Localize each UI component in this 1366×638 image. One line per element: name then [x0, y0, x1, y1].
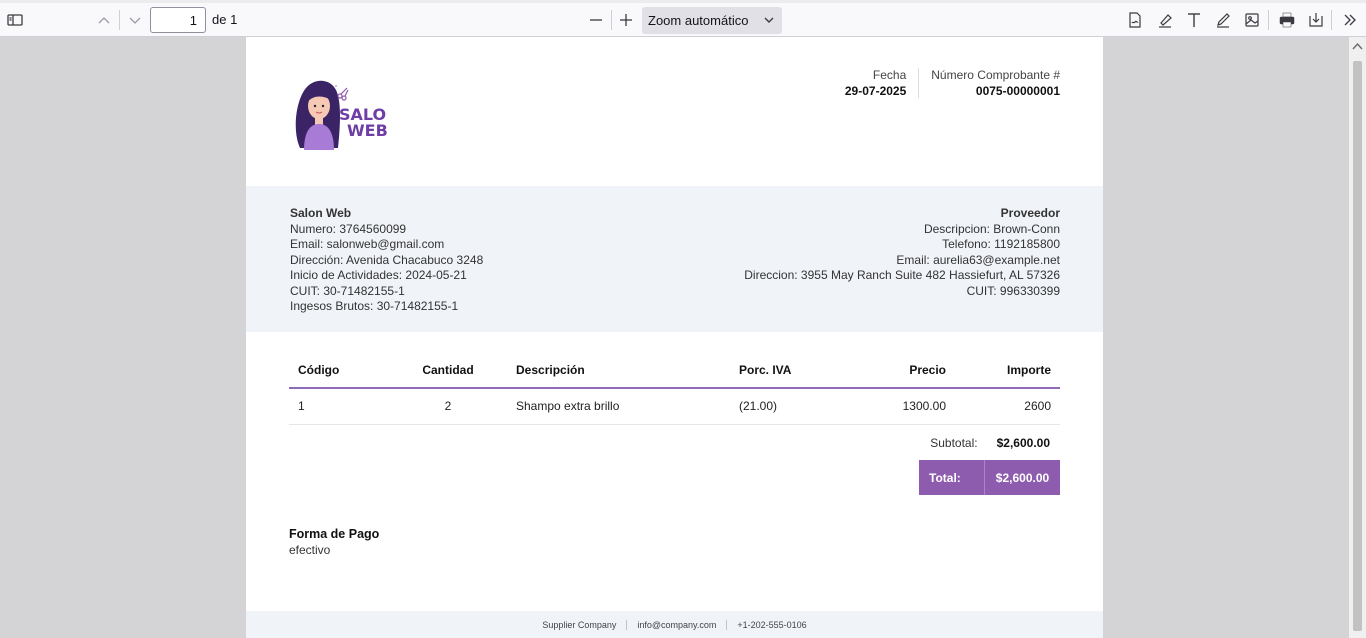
header-quantity: Cantidad: [389, 359, 507, 389]
parties-band: Salon Web Numero: 3764560099 Email: salo…: [246, 186, 1103, 332]
draw-icon[interactable]: [1209, 6, 1237, 34]
invoice-number-label: Número Comprobante #: [931, 68, 1060, 82]
payment-label: Forma de Pago: [289, 527, 380, 541]
subtotal-value: $2,600.00: [996, 436, 1050, 450]
page-number-input[interactable]: [150, 7, 206, 33]
payment-method: Forma de Pago efectivo: [289, 527, 379, 557]
vertical-scrollbar[interactable]: [1349, 37, 1366, 638]
issuer-gross-income: Ingesos Brutos: 30-71482155-1: [290, 299, 459, 313]
issuer-details: Salon Web Numero: 3764560099 Email: salo…: [290, 206, 483, 315]
page-footer: Supplier Company info@company.com +1-202…: [246, 611, 1103, 638]
zoom-out-icon[interactable]: [582, 6, 610, 34]
issuer-address: Dirección: Avenida Chacabuco 3248: [290, 252, 484, 267]
save-icon[interactable]: [1302, 6, 1330, 34]
footer-company: Supplier Company: [542, 619, 617, 630]
supplier-cuit: CUIT: 996330399: [966, 283, 1060, 298]
more-tools-icon[interactable]: [1336, 6, 1364, 34]
pdf-toolbar: de 1 Zoom automático: [0, 0, 1366, 37]
issuer-name: Salon Web: [290, 206, 352, 220]
payment-value: efectivo: [289, 543, 331, 557]
footer-phone: +1-202-555-0106: [737, 619, 807, 630]
toolbar-divider: [1268, 10, 1269, 30]
chevron-down-icon: [764, 17, 774, 23]
cell-amount: 2600: [955, 388, 1060, 425]
header-price: Precio: [848, 359, 955, 389]
header-description: Descripción: [507, 359, 730, 389]
cell-code: 1: [289, 388, 389, 425]
image-icon[interactable]: [1238, 6, 1266, 34]
issuer-number: Numero: 3764560099: [290, 221, 407, 236]
issuer-email: Email: salonweb@gmail.com: [290, 237, 445, 251]
invoice-number-value: 0075-00000001: [975, 84, 1060, 98]
subtotal-label: Subtotal:: [930, 436, 978, 450]
text-icon[interactable]: [1180, 6, 1208, 34]
invoice-meta: Fecha 29-07-2025 Número Comprobante # 00…: [833, 68, 1060, 98]
salon-web-logo: SALON WEB: [290, 70, 387, 160]
scroll-up-icon[interactable]: [1352, 42, 1363, 50]
subtotal-row: Subtotal: $2,600.00: [930, 436, 1050, 450]
highlight-icon[interactable]: [1151, 6, 1179, 34]
supplier-address: Direccion: 3955 May Ranch Suite 482 Hass…: [744, 268, 1060, 282]
zoom-select-label: Zoom automático: [648, 13, 749, 28]
svg-text:WEB: WEB: [347, 121, 387, 140]
toolbar-divider: [119, 10, 120, 30]
previous-page-icon[interactable]: [90, 6, 118, 34]
total-value: $2,600.00: [995, 470, 1050, 485]
cell-description: Shampo extra brillo: [507, 388, 730, 425]
supplier-email: Email: aurelia63@example.net: [896, 252, 1060, 267]
print-icon[interactable]: [1273, 6, 1301, 34]
sign-icon[interactable]: [1121, 6, 1149, 34]
cell-vat: (21.00): [730, 388, 848, 425]
scrollbar-thumb[interactable]: [1353, 61, 1362, 631]
supplier-phone: Telefono: 1192185800: [942, 237, 1060, 251]
invoice-page: SALON WEB Fecha 29-07-2025 Número Compro…: [246, 37, 1103, 638]
sidebar-toggle-icon[interactable]: [1, 6, 29, 34]
header-vat: Porc. IVA: [730, 359, 848, 389]
zoom-select[interactable]: Zoom automático: [642, 7, 782, 34]
issuer-cuit: CUIT: 30-71482155-1: [290, 283, 405, 298]
table-row: 1 2 Shampo extra brillo (21.00) 1300.00 …: [289, 388, 1060, 425]
total-box: Total: $2,600.00: [919, 460, 1060, 495]
next-page-icon[interactable]: [121, 6, 149, 34]
invoice-number-block: Número Comprobante # 0075-00000001: [919, 68, 1060, 98]
cell-price: 1300.00: [848, 388, 955, 425]
supplier-details: Proveedor Descripcion: Brown-Conn Telefo…: [744, 206, 1060, 299]
cell-quantity: 2: [389, 388, 507, 425]
date-value: 29-07-2025: [844, 84, 907, 98]
table-header-row: Código Cantidad Descripción Porc. IVA Pr…: [289, 359, 1060, 389]
supplier-description: Descripcion: Brown-Conn: [923, 221, 1060, 236]
date-label: Fecha: [872, 68, 907, 82]
header-code: Código: [289, 359, 389, 389]
zoom-in-icon[interactable]: [612, 6, 640, 34]
footer-email: info@company.com: [637, 619, 717, 630]
items-table: Código Cantidad Descripción Porc. IVA Pr…: [289, 359, 1060, 425]
header-amount: Importe: [955, 359, 1060, 389]
date-block: Fecha 29-07-2025: [833, 68, 920, 98]
toolbar-divider: [1331, 10, 1332, 30]
total-label: Total:: [919, 460, 985, 495]
page-count-label: de 1: [212, 12, 238, 27]
supplier-title: Proveedor: [1000, 206, 1060, 220]
issuer-start-date: Inicio de Actividades: 2024-05-21: [290, 268, 467, 282]
